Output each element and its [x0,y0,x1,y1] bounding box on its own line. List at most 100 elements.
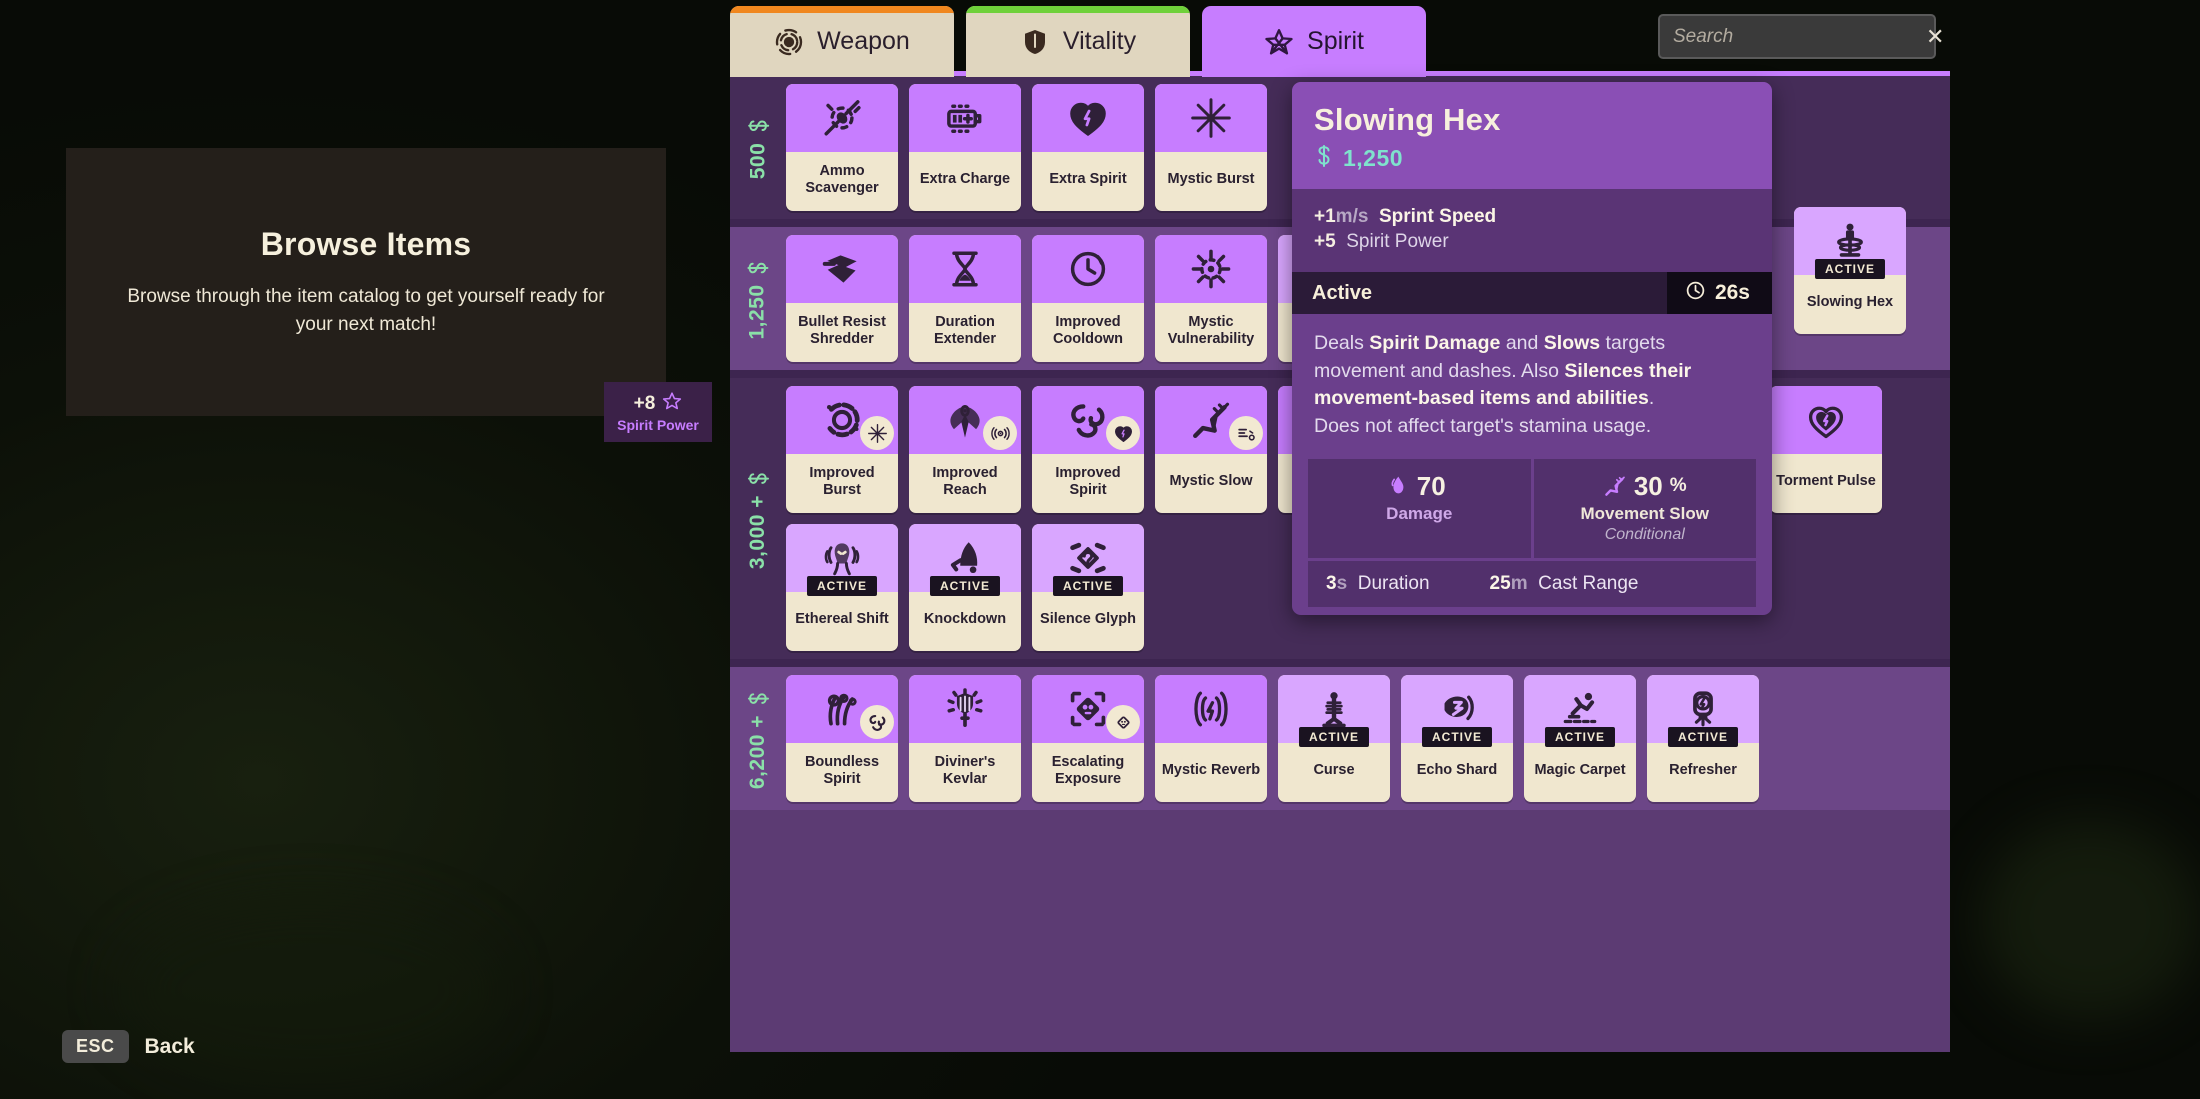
item-icon-area [1155,386,1267,454]
item-card[interactable]: Torment Pulse [1770,386,1882,513]
item-card[interactable]: Mystic Vulnerability [1155,235,1267,362]
souls-icon [1314,144,1334,173]
item-card[interactable]: Escalating Exposure [1032,675,1144,802]
item-card[interactable]: Improved Cooldown [1032,235,1144,362]
stat-value-row: 30% [1603,471,1687,502]
tab-spirit[interactable]: Spirit [1202,6,1426,77]
search-input[interactable] [1673,25,1920,48]
item-icon-area [1155,84,1267,152]
tab-accent-bar [966,6,1190,13]
back-control[interactable]: ESC Back [62,1030,195,1063]
item-card[interactable]: ACTIVE Knockdown [909,524,1021,651]
item-name: Curse [1313,762,1355,779]
item-icon-area [786,675,898,743]
search-box[interactable]: ✕ [1658,14,1944,59]
tooltip-active-label: Active [1312,281,1373,304]
item-card[interactable]: Mystic Reverb [1155,675,1267,802]
active-badge: ACTIVE [1421,727,1493,747]
souls-icon [747,688,769,707]
refresher-icon [1681,687,1725,731]
item-icon-area [1155,235,1267,303]
reach-waves-icon [990,423,1011,444]
tooltip-header: Slowing Hex 1,250 [1292,82,1772,189]
upgrade-badge [1229,416,1263,450]
tooltip-footer-stats: 3s Duration 25m Cast Range [1308,560,1756,607]
item-name: Improved Spirit [1055,464,1121,498]
souls-icon [747,468,769,487]
item-card[interactable]: ACTIVE Silence Glyph [1032,524,1144,651]
item-card[interactable]: ACTIVE Ethereal Shift [786,524,898,651]
tab-vitality[interactable]: Vitality [966,6,1190,77]
tooltip-price: 1,250 [1314,144,1750,173]
diviner-kevlar-icon [943,687,987,731]
tab-weapon[interactable]: Weapon [730,6,954,77]
tab-label: Vitality [1062,27,1137,55]
item-card[interactable]: ACTIVE Refresher [1647,675,1759,802]
footer-stat-unit: s [1336,572,1348,594]
item-card[interactable]: Ammo Scavenger [786,84,898,211]
tooltip-price-value: 1,250 [1343,145,1404,171]
tooltip-passive-row: +5 Spirit Power [1314,231,1750,253]
tooltip-stat-cell: 30% Movement Slow Conditional [1533,458,1756,558]
item-card[interactable]: ACTIVE Magic Carpet [1524,675,1636,802]
item-card[interactable]: ACTIVE Curse [1278,675,1390,802]
tier-price-label: 500 [730,84,786,211]
heart-bolt-icon [1113,423,1134,444]
stat-value: 70 [1416,470,1446,501]
item-card[interactable]: Mystic Slow [1155,386,1267,513]
item-card[interactable]: Duration Extender [909,235,1021,362]
magic-carpet-icon [1558,687,1602,731]
item-name: Improved Burst [809,464,875,498]
item-card[interactable]: Mystic Burst [1155,84,1267,211]
item-card[interactable]: Improved Reach [909,386,1021,513]
item-card[interactable]: ACTIVE Echo Shard [1401,675,1513,802]
clock-icon [1685,280,1706,306]
item-name: Mystic Reverb [1161,762,1261,779]
tier-row: 6,200 + Boundless Spirit Diviner's Kevlar E… [730,667,1950,810]
active-badge: ACTIVE [1814,259,1886,279]
item-card[interactable]: Boundless Spirit [786,675,898,802]
spirit-damage-icon [1386,474,1410,498]
upgrade-badge [860,705,894,739]
spirit-power-value: +8 [633,392,656,414]
boot-slow-icon [1603,474,1627,498]
weapon-target-icon [774,27,804,57]
passive-value: +5 [1314,231,1336,252]
item-card[interactable]: Improved Spirit [1032,386,1144,513]
boot-slow-icon [1189,398,1233,442]
tooltip-passive-stats: +1m/s Sprint Speed +5 Spirit Power [1292,189,1772,272]
item-name: Improved Cooldown [1052,313,1124,347]
spirit-power-value-row: +8 [634,391,683,416]
tooltip-title: Slowing Hex [1314,102,1501,137]
item-card[interactable]: Bullet Resist Shredder [786,235,898,362]
slow-lines-icon [1236,423,1257,444]
active-badge: ACTIVE [806,576,878,596]
tooltip-stat-grid: 70 Damage 30% Movement Slow Conditional 3s D… [1292,458,1772,615]
hourglass-icon [943,247,987,291]
background-foliage [1980,820,2200,1020]
selected-item-card[interactable]: ACTIVE Slowing Hex [1794,207,1906,334]
app-root: Browse Items Browse through the item cat… [0,0,2200,1099]
tier-price-label: 3,000 + [730,386,786,651]
item-name: Ammo Scavenger [805,162,879,196]
item-icon-area [909,235,1021,303]
upgrade-badge [1106,416,1140,450]
upgrade-badge [1106,705,1140,739]
esc-key-hint: ESC [62,1030,129,1063]
tier-divider [730,659,1950,667]
item-card[interactable]: Extra Spirit [1032,84,1144,211]
close-icon[interactable]: ✕ [1920,25,1944,48]
item-name: Silence Glyph [1040,611,1136,628]
category-tabs: Weapon Vitality Spirit [730,6,1426,77]
tab-label: Weapon [817,27,910,55]
burst-ring-icon [820,398,864,442]
pulse-heart-icon [1804,398,1848,442]
tooltip-stat-cells: 70 Damage 30% Movement Slow Conditional [1308,458,1756,558]
tier-items: Boundless Spirit Diviner's Kevlar Escalati… [786,675,1950,802]
tooltip-footer-stat: 3s Duration [1326,573,1430,595]
item-card[interactable]: Extra Charge [909,84,1021,211]
item-name: Bullet Resist Shredder [798,313,886,347]
item-card[interactable]: Improved Burst [786,386,898,513]
footer-stat-value: 3 [1326,572,1337,594]
item-card[interactable]: Diviner's Kevlar [909,675,1021,802]
